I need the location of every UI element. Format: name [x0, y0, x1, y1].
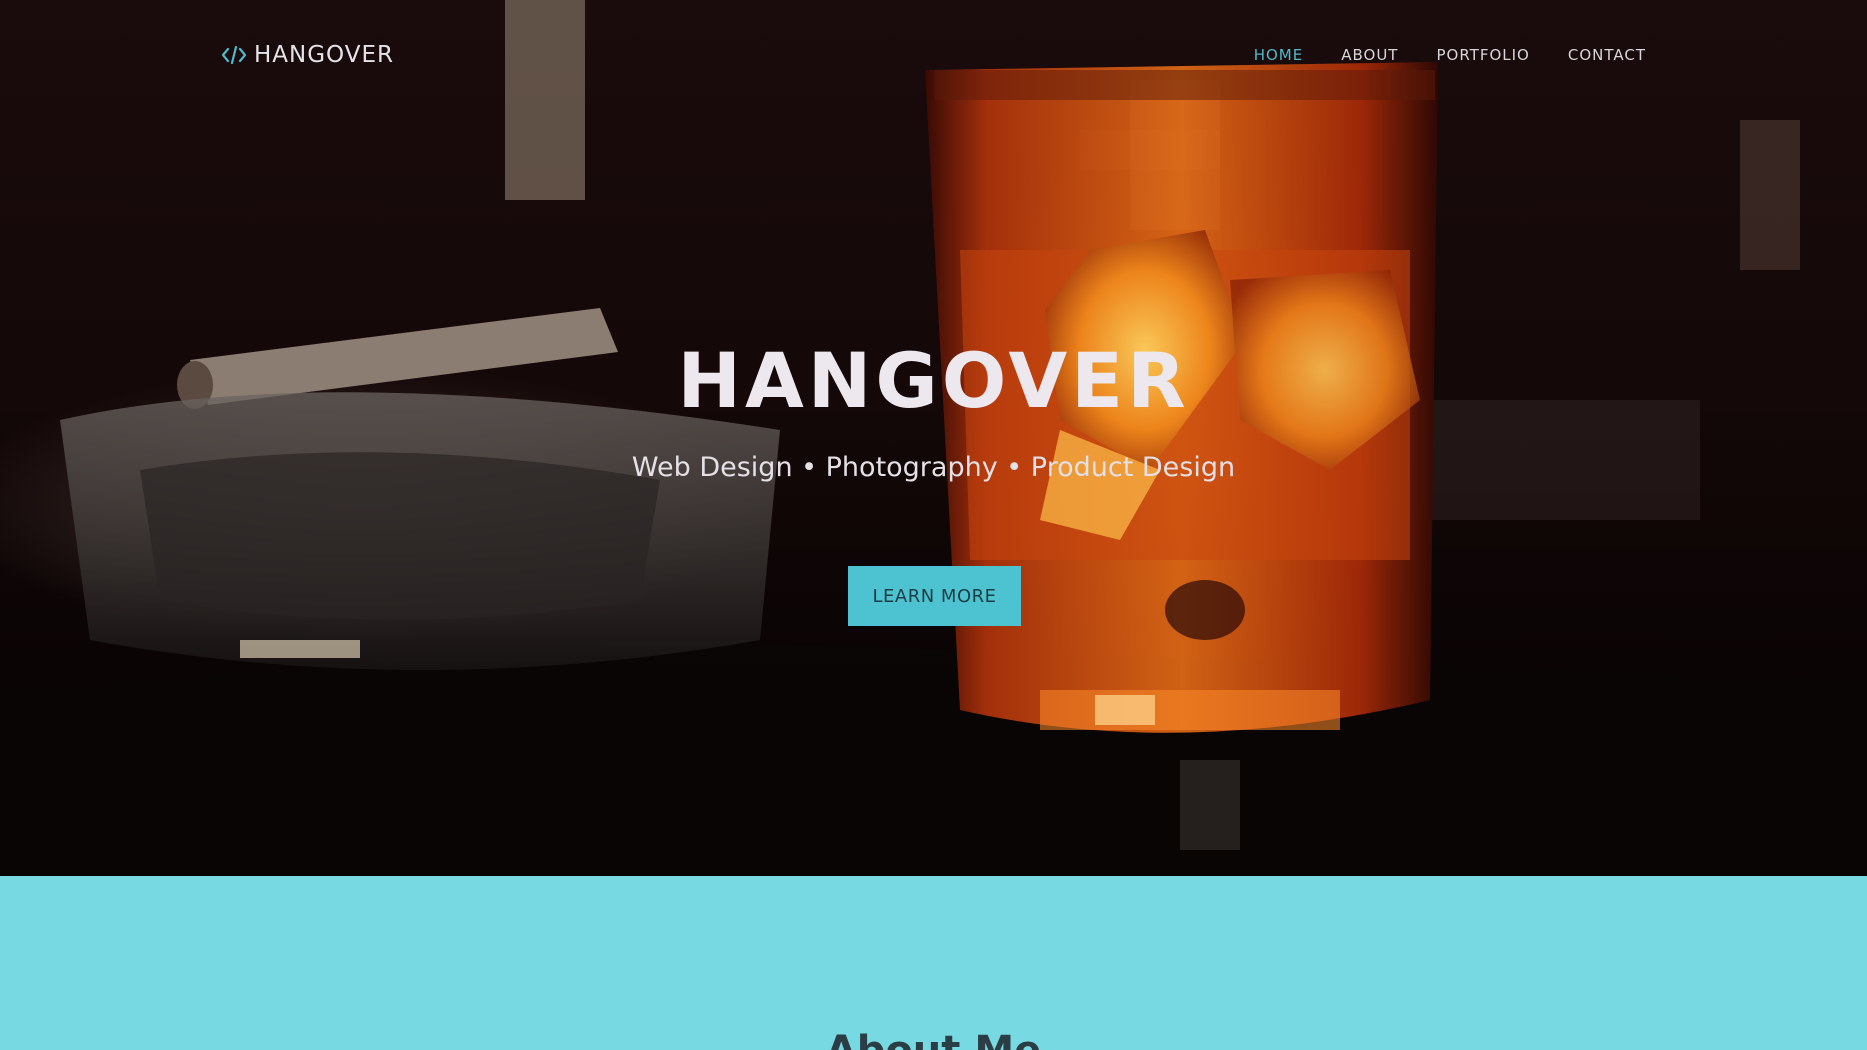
- nav-item-contact[interactable]: CONTACT: [1568, 46, 1646, 64]
- nav-item-portfolio[interactable]: PORTFOLIO: [1436, 46, 1529, 64]
- learn-more-button[interactable]: LEARN MORE: [848, 566, 1021, 626]
- hero-section: HANGOVER HOME ABOUT PORTFOLIO CONTACT HA…: [0, 0, 1867, 876]
- nav-item-home[interactable]: HOME: [1254, 46, 1304, 64]
- code-icon: [222, 46, 246, 64]
- brand-logo-link[interactable]: HANGOVER: [222, 42, 394, 68]
- page: HANGOVER HOME ABOUT PORTFOLIO CONTACT HA…: [0, 0, 1867, 1050]
- main-navigation: HOME ABOUT PORTFOLIO CONTACT: [1254, 46, 1646, 64]
- about-section: [0, 876, 1867, 1050]
- about-heading: About Me: [0, 1028, 1867, 1050]
- hero-title: HANGOVER: [677, 336, 1190, 425]
- nav-item-about[interactable]: ABOUT: [1341, 46, 1398, 64]
- hero-subtitle: Web Design • Photography • Product Desig…: [631, 452, 1236, 483]
- brand-name: HANGOVER: [254, 42, 395, 68]
- hero-background-photo: [0, 0, 1867, 876]
